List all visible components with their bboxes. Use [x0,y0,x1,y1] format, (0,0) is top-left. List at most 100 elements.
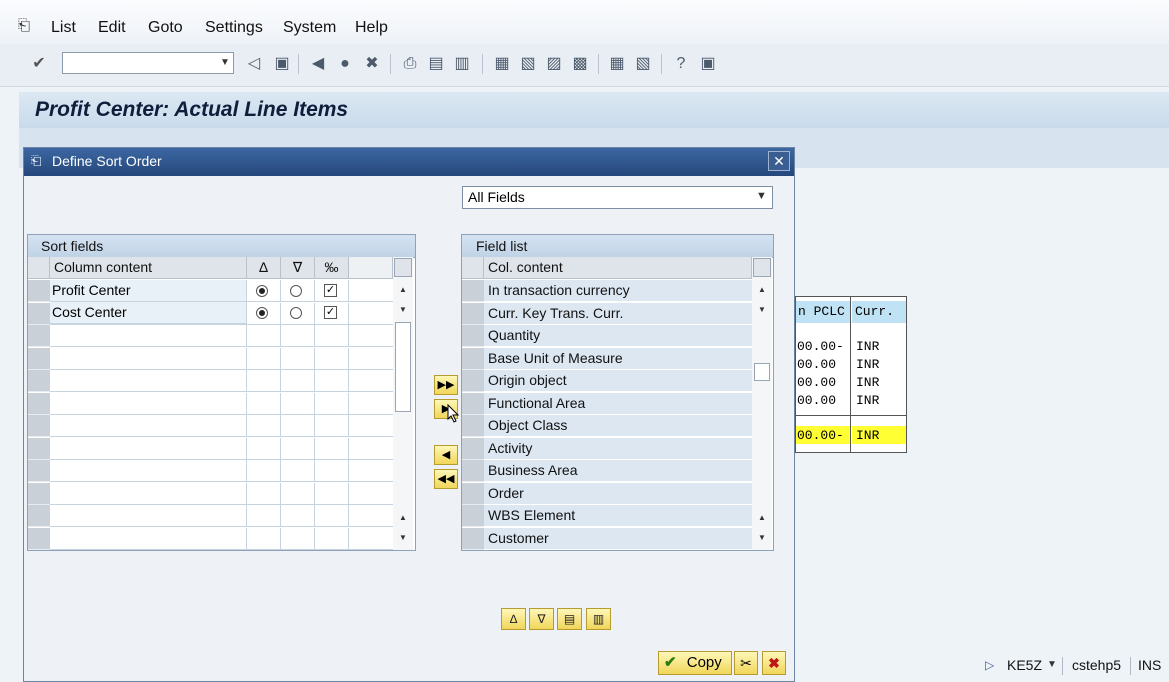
row-selector[interactable] [462,280,484,302]
scissors-icon[interactable]: ✂ [734,651,758,675]
field-list-item[interactable]: Activity [484,437,752,460]
field-list-item[interactable]: Quantity [484,325,752,347]
scroll-page-up-icon[interactable]: ▲ [395,511,411,525]
subtotal-checkbox[interactable]: ✓ [324,284,337,297]
shortcut-icon[interactable]: ▧ [633,54,653,74]
find-next-icon[interactable]: ▥ [586,608,611,630]
find-next-icon[interactable]: ▥ [452,54,472,74]
row-selector[interactable] [462,415,484,437]
sort-ascending-icon[interactable]: ∆ [247,257,281,279]
find-icon[interactable]: ▤ [557,608,582,630]
row-selector[interactable] [28,527,50,550]
row-selector[interactable] [462,482,484,505]
row-selector[interactable] [28,482,50,505]
field-list-item[interactable]: Order [484,482,752,505]
save-icon[interactable]: ▣ [272,54,292,74]
help-icon[interactable]: ? [671,54,691,74]
menu-list[interactable]: List [51,19,76,37]
select-all-rows[interactable] [462,257,484,279]
row-selector[interactable] [462,505,484,527]
row-selector[interactable] [462,347,484,370]
copy-button[interactable]: ✔ Copy [658,651,732,675]
move-all-right-icon[interactable]: ▶▶ [434,375,458,395]
column-header-col-content[interactable]: Col. content [484,257,752,279]
scroll-page-down-icon[interactable]: ▼ [754,531,770,545]
exit-menu-icon[interactable]: ⎗ [18,17,36,35]
row-selector[interactable] [462,325,484,347]
scroll-down-icon[interactable]: ▼ [754,303,770,317]
scroll-thumb[interactable] [754,363,770,381]
sort-field-cost-center[interactable]: Cost Center [50,302,247,324]
close-icon[interactable]: ✕ [768,151,790,171]
chevron-down-icon[interactable]: ▼ [756,190,767,202]
row-selector[interactable] [28,302,50,325]
field-list-item[interactable]: In transaction currency [484,280,752,302]
row-selector[interactable] [28,280,50,302]
move-all-left-icon[interactable]: ◀◀ [434,469,458,489]
scroll-thumb[interactable] [395,322,411,412]
ascending-radio[interactable] [256,307,268,319]
row-selector[interactable] [28,460,50,482]
enter-check-icon[interactable]: ✔ [29,54,49,74]
row-selector[interactable] [28,392,50,415]
row-selector[interactable] [28,437,50,460]
exit-icon[interactable]: ● [335,54,355,74]
ascending-radio[interactable] [256,285,268,297]
field-list-item[interactable]: WBS Element [484,505,752,527]
row-selector[interactable] [462,370,484,392]
create-session-icon[interactable]: ▦ [607,54,627,74]
menu-help[interactable]: Help [355,19,388,37]
chevron-down-icon[interactable]: ▼ [1047,659,1057,670]
select-all-rows[interactable] [28,257,50,279]
row-selector[interactable] [462,302,484,325]
next-page-icon[interactable]: ▨ [544,54,564,74]
last-page-icon[interactable]: ▩ [570,54,590,74]
subtotal-icon[interactable]: ‰ [315,257,349,279]
customize-layout-icon[interactable]: ▣ [698,54,718,74]
subtotal-checkbox[interactable]: ✓ [324,306,337,319]
field-list-scrollbar[interactable] [752,257,772,550]
row-selector[interactable] [28,370,50,392]
scroll-up-icon[interactable]: ▲ [754,283,770,297]
scroll-page-down-icon[interactable]: ▼ [395,531,411,545]
row-selector[interactable] [462,437,484,460]
print-icon[interactable]: ⎙ [400,54,420,74]
menu-goto[interactable]: Goto [148,19,183,37]
row-selector[interactable] [28,505,50,527]
column-header-content[interactable]: Column content [50,257,247,279]
first-page-icon[interactable]: ▦ [492,54,512,74]
row-selector[interactable] [28,347,50,370]
back-triangle-icon[interactable]: ◁ [244,54,264,74]
field-list-item[interactable]: Curr. Key Trans. Curr. [484,302,752,325]
sort-ascending-button[interactable]: ∆ [501,608,526,630]
field-filter-select[interactable]: All Fields [462,186,773,209]
cancel-icon[interactable]: ✖ [362,54,382,74]
descending-radio[interactable] [290,307,302,319]
field-list-item[interactable]: Object Class [484,415,752,437]
move-left-icon[interactable]: ◀ [434,445,458,465]
previous-page-icon[interactable]: ▧ [518,54,538,74]
menu-settings[interactable]: Settings [205,19,263,37]
descending-radio[interactable] [290,285,302,297]
scroll-up-icon[interactable]: ▲ [395,283,411,297]
row-selector[interactable] [462,460,484,482]
scroll-down-icon[interactable]: ▼ [395,303,411,317]
field-list-item[interactable]: Base Unit of Measure [484,347,752,370]
row-selector[interactable] [462,392,484,415]
row-selector[interactable] [462,527,484,550]
menu-edit[interactable]: Edit [98,19,126,37]
command-dropdown-icon[interactable]: ▼ [218,55,232,71]
row-selector[interactable] [28,325,50,347]
field-list-item[interactable]: Business Area [484,460,752,482]
find-icon[interactable]: ▤ [426,54,446,74]
sort-descending-icon[interactable]: ∇ [281,257,315,279]
field-list-item[interactable]: Functional Area [484,392,752,415]
cancel-button[interactable]: ✖ [762,651,786,675]
status-expand-icon[interactable]: ▷ [985,658,994,672]
scroll-page-up-icon[interactable]: ▲ [754,511,770,525]
column-settings-button[interactable] [753,258,771,277]
row-selector[interactable] [28,415,50,437]
field-list-item[interactable]: Customer [484,527,752,550]
menu-system[interactable]: System [283,19,336,37]
field-list-item[interactable]: Origin object [484,370,752,392]
